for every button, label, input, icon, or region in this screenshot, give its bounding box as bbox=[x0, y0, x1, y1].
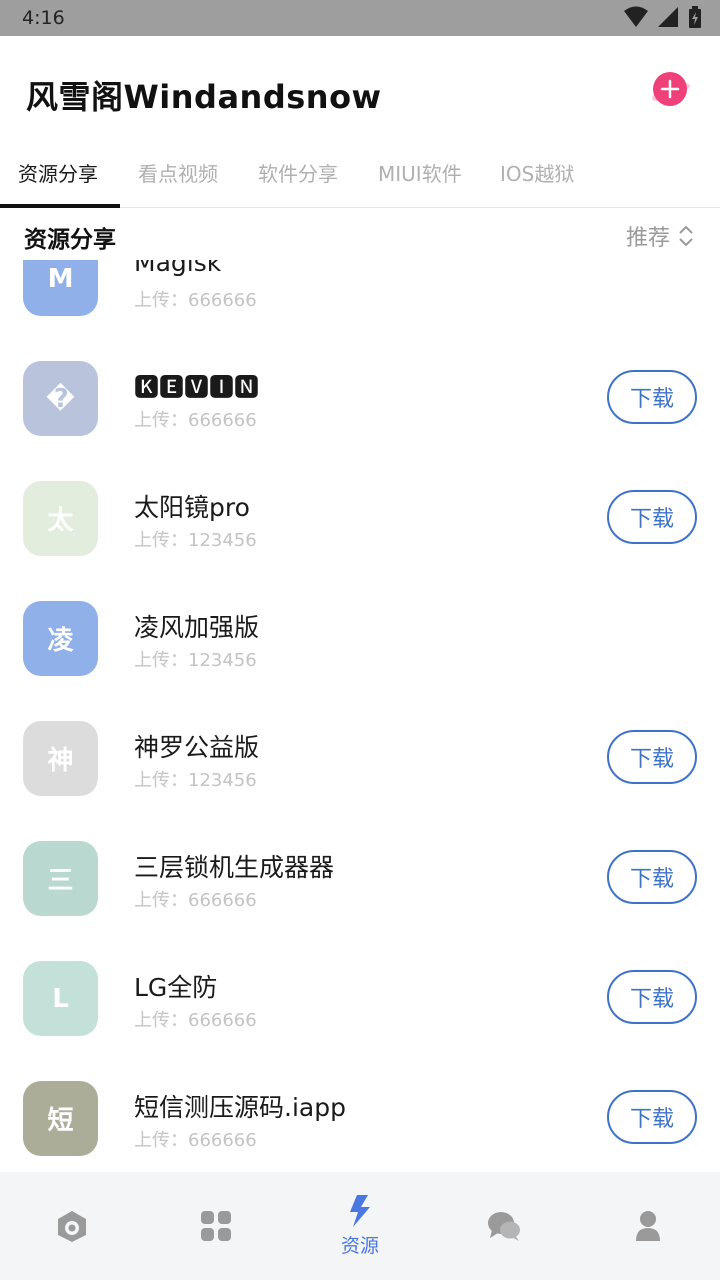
item-uploader: 上传：123456 bbox=[134, 530, 257, 551]
download-button[interactable]: 下载 bbox=[607, 1090, 697, 1144]
bottom-nav: 资源 bbox=[0, 1172, 720, 1280]
list-item[interactable]: 三 三层锁机生成器器上传：666666 下载 bbox=[0, 800, 720, 920]
list-item[interactable]: L LG全防上传：666666 下载 bbox=[0, 920, 720, 1040]
download-button[interactable]: 下载 bbox=[607, 850, 697, 904]
list-item[interactable]: M Magisk 上传：666666 bbox=[0, 260, 720, 320]
nav-resources[interactable]: 资源 bbox=[288, 1172, 432, 1280]
tab-resource-share[interactable]: 资源分享 bbox=[18, 158, 98, 187]
resource-list[interactable]: M Magisk 上传：666666 � 🅺🅴🆅🅸🅽 上传：666666 下载太太阳镜pro… bbox=[0, 260, 720, 1172]
download-button[interactable]: 下载 bbox=[607, 730, 697, 784]
nav-apps[interactable] bbox=[144, 1172, 288, 1280]
tab-videos[interactable]: 看点视频 bbox=[138, 158, 218, 187]
item-uploader: 上传：123456 bbox=[134, 770, 257, 791]
signal-icon bbox=[658, 7, 678, 27]
nav-profile[interactable] bbox=[576, 1172, 720, 1280]
app-avatar: 太 bbox=[23, 481, 98, 556]
status-time: 4:16 bbox=[22, 7, 65, 29]
app-avatar: 神 bbox=[23, 721, 98, 796]
add-button[interactable] bbox=[650, 68, 692, 110]
app-avatar: 短 bbox=[23, 1081, 98, 1156]
item-uploader: 上传：666666 bbox=[134, 410, 257, 431]
item-uploader: 上传：666666 bbox=[134, 290, 257, 311]
app-avatar: L bbox=[23, 961, 98, 1036]
item-title: LG全防 bbox=[134, 973, 218, 1002]
apps-icon bbox=[201, 1211, 231, 1241]
item-uploader: 上传：666666 bbox=[134, 1010, 257, 1031]
item-uploader: 上传：666666 bbox=[134, 890, 257, 911]
app-title: 风雪阁Windandsnow bbox=[26, 78, 382, 116]
item-title: 三层锁机生成器器 bbox=[134, 853, 335, 882]
item-uploader: 上传：123456 bbox=[134, 650, 257, 671]
list-item[interactable]: 凌 凌风加强版上传：123456 bbox=[0, 560, 720, 680]
item-title: Magisk bbox=[134, 260, 222, 277]
tab-ios-jailbreak[interactable]: IOS越狱 bbox=[500, 158, 574, 187]
sort-label: 推荐 bbox=[625, 226, 670, 251]
profile-icon bbox=[636, 1211, 660, 1241]
home-icon bbox=[58, 1211, 86, 1242]
list-item[interactable]: � 🅺🅴🆅🅸🅽 上传：666666 下载 bbox=[0, 320, 720, 440]
tab-miui-software[interactable]: MIUI软件 bbox=[378, 158, 462, 187]
tab-software-share[interactable]: 软件分享 bbox=[258, 158, 338, 187]
list-item[interactable]: 太 太阳镜pro 上传：123456 下载 bbox=[0, 440, 720, 560]
section-title: 资源分享 bbox=[24, 227, 116, 253]
download-button[interactable]: 下载 bbox=[607, 490, 697, 544]
nav-resources-label: 资源 bbox=[340, 1234, 379, 1257]
nav-home[interactable] bbox=[0, 1172, 144, 1280]
app-avatar: 三 bbox=[23, 841, 98, 916]
category-tabs: 资源分享 看点视频 软件分享 MIUI软件 IOS越狱 bbox=[0, 146, 720, 208]
app-avatar: � bbox=[23, 361, 98, 436]
status-bar: 4:16 bbox=[0, 0, 720, 36]
app-avatar: 凌 bbox=[23, 601, 98, 676]
item-title: 短信测压源码.iapp bbox=[134, 1093, 346, 1122]
wifi-icon bbox=[624, 6, 648, 27]
item-title: 🅺🅴🆅🅸🅽 bbox=[134, 373, 260, 402]
item-title: 凌风加强版 bbox=[134, 613, 260, 642]
list-item[interactable]: 短 短信测压源码.iapp 上传：666666 下载 bbox=[0, 1040, 720, 1160]
lightning-icon bbox=[350, 1194, 370, 1227]
item-uploader: 上传：666666 bbox=[134, 1130, 257, 1151]
nav-chat[interactable] bbox=[432, 1172, 576, 1280]
download-button[interactable]: 下载 bbox=[607, 370, 697, 424]
app-header: 风雪阁Windandsnow bbox=[0, 36, 720, 146]
chat-icon bbox=[488, 1212, 520, 1241]
sort-selector[interactable]: 推荐 bbox=[626, 220, 694, 252]
battery-icon bbox=[689, 6, 701, 28]
app-avatar: M bbox=[23, 260, 98, 316]
item-title: 神罗公益版 bbox=[134, 733, 260, 762]
section-bar: 资源分享 推荐 bbox=[0, 208, 720, 260]
sort-chevrons-icon bbox=[679, 225, 693, 247]
item-title: 太阳镜pro bbox=[134, 493, 250, 522]
list-item[interactable]: 神 神罗公益版上传：123456 下载 bbox=[0, 680, 720, 800]
status-icons bbox=[624, 6, 702, 28]
download-button[interactable]: 下载 bbox=[607, 970, 697, 1024]
